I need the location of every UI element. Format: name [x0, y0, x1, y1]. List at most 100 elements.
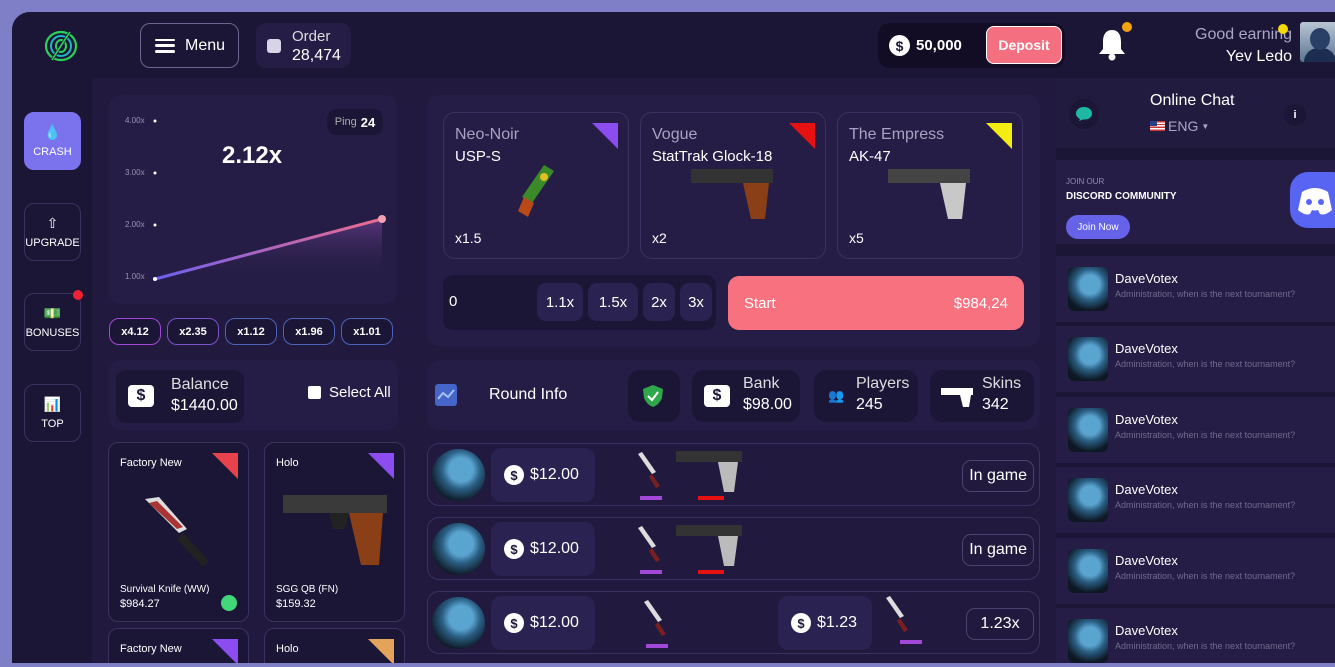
arrow-up-icon: ⇧ — [46, 215, 59, 231]
fairness-badge[interactable] — [628, 370, 680, 422]
chat-message: DaveVotex Administration, when is the nex… — [1056, 538, 1335, 604]
history-pill: x1.12 — [225, 318, 277, 345]
menu-label: Menu — [185, 36, 226, 54]
balance-label: Balance — [171, 376, 229, 393]
player-bet-value: $12.00 — [530, 466, 579, 483]
message-user: DaveVotex — [1115, 553, 1178, 568]
item-price: $159.32 — [276, 598, 316, 610]
chat-message: DaveVotex Administration, when is the nex… — [1056, 397, 1335, 463]
rarity-bar — [698, 496, 724, 500]
sidebar-item-upgrade[interactable]: ⇧ UPGRADE — [24, 203, 81, 261]
skin-card[interactable]: Neo-Noir USP-S x1.5 — [443, 112, 629, 259]
select-all-checkbox[interactable]: Select All — [308, 384, 391, 401]
app-window: Menu Order 28,474 $ 50,000 Deposit Good … — [12, 12, 1335, 663]
hamburger-icon — [155, 38, 175, 53]
bank-stat: $ Bank $98.00 — [692, 370, 800, 422]
quick-bet-button[interactable]: 1.1x — [537, 283, 583, 321]
item-condition: Factory New — [120, 643, 182, 655]
item-name: Survival Knife (WW) — [120, 584, 210, 595]
quick-bet-button[interactable]: 3x — [680, 283, 712, 321]
message-text: Administration, when is the next tournam… — [1115, 359, 1296, 369]
quick-bet-button[interactable]: 2x — [643, 283, 675, 321]
trend-icon — [435, 384, 457, 406]
pistol-icon — [676, 525, 742, 566]
player-avatar — [432, 523, 485, 575]
notification-dot — [1122, 22, 1132, 32]
history-pill: x2.35 — [167, 318, 219, 345]
pistol-icon — [518, 165, 554, 217]
player-bet: $ $12.00 — [491, 522, 595, 576]
rarity-tag-icon — [368, 639, 394, 663]
pistol-icon — [691, 169, 773, 219]
deposit-button[interactable]: Deposit — [986, 26, 1062, 64]
skin-weapon: USP-S — [455, 148, 501, 165]
message-avatar — [1068, 337, 1108, 381]
dollar-icon: $ — [128, 385, 154, 407]
player-win-value: $1.23 — [817, 614, 858, 631]
inventory-card[interactable]: Holo SGG QB (FN) $159.32 — [264, 442, 405, 622]
knife-icon — [644, 600, 666, 636]
pistol-icon — [888, 169, 970, 219]
skin-weapon: StatTrak Glock-18 — [652, 148, 773, 165]
drop-icon: 💧 — [43, 124, 62, 140]
players-value: 245 — [856, 396, 883, 413]
language-select[interactable]: ENG ▼ — [1150, 118, 1209, 134]
skin-case-panel: Neo-Noir USP-S x1.5 Vogue StatTrak Glock… — [427, 95, 1040, 346]
dollar-icon: $ — [504, 465, 524, 485]
rarity-bar — [698, 570, 724, 574]
skin-weapon: AK-47 — [849, 148, 891, 165]
bet-amount-bar[interactable]: 0 1.1x 1.5x 2x 3x — [443, 275, 716, 330]
player-avatar — [432, 597, 485, 649]
sidebar-item-top[interactable]: 📊 TOP — [24, 384, 81, 442]
history-pill: x1.01 — [341, 318, 393, 345]
item-price: $984.27 — [120, 598, 160, 610]
rarity-bar — [640, 496, 662, 500]
logo-icon[interactable] — [42, 26, 80, 64]
greeting-text: Good earning — [1195, 26, 1292, 43]
start-label: Start — [744, 294, 776, 312]
user-avatar[interactable] — [1300, 22, 1335, 62]
order-value: 28,474 — [292, 47, 341, 64]
players-label: Players — [856, 375, 910, 392]
item-condition: Holo — [276, 643, 299, 655]
round-info-bar: Round Info $ Bank $98.00 👥 Players 245 S… — [427, 360, 1040, 430]
sidebar-item-bonuses[interactable]: 💵 BONUSES — [24, 290, 83, 351]
message-avatar — [1068, 478, 1108, 522]
start-button[interactable]: Start $984,24 — [728, 276, 1024, 330]
sidebar-item-crash[interactable]: 💧 CRASH — [24, 112, 81, 170]
selected-indicator — [221, 595, 237, 611]
notifications-button[interactable] — [1096, 22, 1132, 62]
player-row: $ $12.00 $ $1.23 1.23x — [427, 591, 1040, 654]
skins-stat: Skins 342 — [930, 370, 1034, 422]
inventory-card[interactable]: Factory New — [108, 628, 249, 663]
skin-card[interactable]: Vogue StatTrak Glock-18 x2 — [640, 112, 826, 259]
player-status: In game — [962, 534, 1034, 566]
message-text: Administration, when is the next tournam… — [1115, 430, 1296, 440]
history-pill: x1.96 — [283, 318, 335, 345]
join-now-button[interactable]: Join Now — [1066, 215, 1130, 239]
quick-bet-button[interactable]: 1.5x — [588, 283, 638, 321]
inventory-card[interactable]: Holo — [264, 628, 405, 663]
message-avatar — [1068, 267, 1108, 311]
rarity-tag-icon — [789, 123, 815, 149]
chevron-down-icon: ▼ — [1201, 121, 1210, 131]
skin-name: Vogue — [652, 126, 698, 143]
start-value: $984,24 — [953, 294, 1008, 312]
dollar-bill-icon: 💵 — [43, 305, 62, 321]
sidebar-item-label: CRASH — [33, 146, 72, 158]
skin-multiplier: x5 — [849, 230, 864, 246]
players-icon: 👥 — [828, 388, 845, 403]
rarity-bar — [900, 640, 922, 644]
dollar-icon: $ — [889, 35, 910, 56]
skin-card[interactable]: The Empress AK-47 x5 — [837, 112, 1023, 259]
info-button[interactable]: i — [1284, 104, 1306, 126]
inventory-card[interactable]: Factory New Survival Knife (WW) $984.27 — [108, 442, 249, 622]
menu-button[interactable]: Menu — [140, 23, 239, 68]
bet-amount-input[interactable]: 0 — [449, 293, 457, 310]
info-icon: i — [1293, 109, 1297, 121]
round-info-label[interactable]: Round Info — [489, 386, 567, 404]
item-name: SGG QB (FN) — [276, 584, 339, 595]
select-all-label: Select All — [329, 384, 391, 401]
discord-icon[interactable] — [1290, 172, 1335, 228]
rarity-tag-icon — [592, 123, 618, 149]
